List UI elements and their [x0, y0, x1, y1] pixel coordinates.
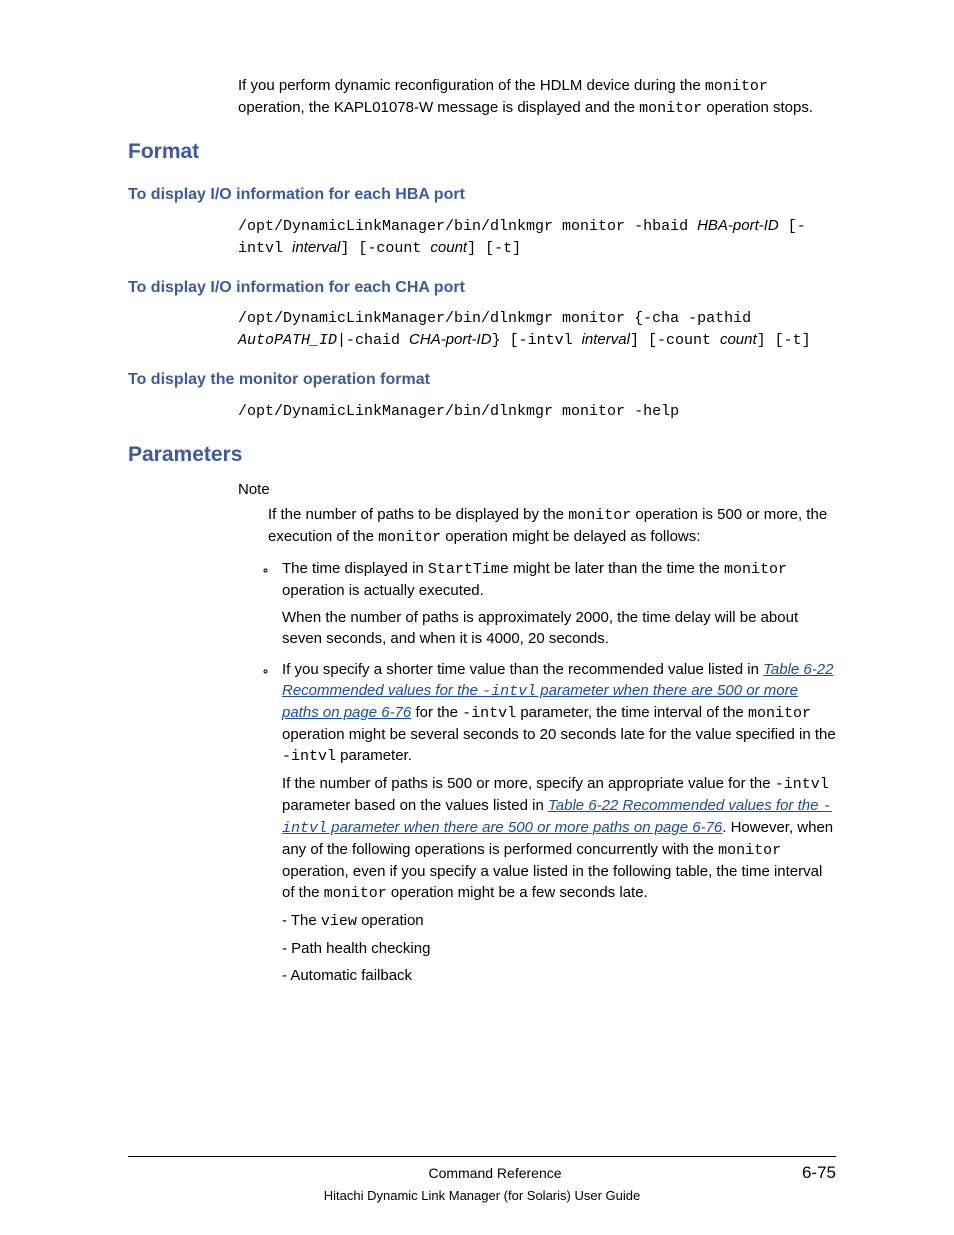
footer-book-title: Hitachi Dynamic Link Manager (for Solari…: [128, 1187, 836, 1205]
text: operation: [357, 912, 424, 929]
heading-help: To display the monitor operation format: [128, 369, 836, 391]
text: operation is actually executed.: [282, 582, 484, 599]
dash-item: - The view operation: [282, 910, 836, 932]
command-hba: /opt/DynamicLinkManager/bin/dlnkmgr moni…: [238, 215, 836, 259]
text: parameter, the time interval of the: [516, 704, 748, 721]
cmd-param: interval: [582, 331, 630, 348]
cmd-param: interval: [292, 239, 340, 256]
cmd-param: CHA-port-ID: [409, 331, 492, 348]
code-intvl: -intvl: [775, 776, 829, 793]
code-monitor: monitor: [639, 100, 702, 117]
code-intvl: -intvl: [462, 705, 516, 722]
text: parameter based on the values listed in: [282, 797, 548, 814]
cmd-text: |-chaid: [337, 332, 409, 349]
cmd-text: /opt/DynamicLinkManager/bin/dlnkmgr moni…: [238, 403, 679, 420]
code-intvl: -intvl: [282, 748, 336, 765]
cmd-param: HBA-port-ID: [697, 217, 779, 234]
page-number: 6-75: [802, 1161, 836, 1185]
list-item: If you specify a shorter time value than…: [276, 659, 836, 986]
cmd-text: ] [-t]: [757, 332, 811, 349]
cmd-text: ] [-count: [340, 240, 430, 257]
cmd-param: count: [720, 331, 757, 348]
bullet-paragraph: The time displayed in StartTime might be…: [282, 558, 836, 601]
intro-paragraph: If you perform dynamic reconfiguration o…: [238, 75, 836, 119]
text: for the: [411, 704, 462, 721]
text: If the number of paths to be displayed b…: [268, 506, 568, 523]
code-monitor: monitor: [378, 529, 441, 546]
text: operation, the KAPL01078-W message is di…: [238, 99, 639, 116]
text: operation might be delayed as follows:: [441, 528, 700, 545]
text: - The: [282, 912, 321, 929]
heading-hba: To display I/O information for each HBA …: [128, 184, 836, 206]
text: If you perform dynamic reconfiguration o…: [238, 77, 705, 94]
cmd-text: } [-intvl: [492, 332, 582, 349]
code-monitor: monitor: [705, 78, 768, 95]
text: operation might be several seconds to 20…: [282, 726, 836, 743]
text: operation stops.: [702, 99, 813, 116]
text: operation might be a few seconds late.: [387, 884, 648, 901]
bullet-paragraph: When the number of paths is approximatel…: [282, 607, 836, 649]
cmd-param: AutoPATH_ID: [238, 332, 337, 349]
dash-item: - Path health checking: [282, 938, 836, 959]
text: parameter.: [336, 747, 412, 764]
heading-cha: To display I/O information for each CHA …: [128, 277, 836, 299]
code-starttime: StartTime: [428, 561, 509, 578]
code-monitor: monitor: [718, 842, 781, 859]
cmd-text: /opt/DynamicLinkManager/bin/dlnkmgr moni…: [238, 310, 751, 327]
text: The time displayed in: [282, 560, 428, 577]
heading-parameters: Parameters: [128, 440, 836, 469]
page: If you perform dynamic reconfiguration o…: [0, 0, 954, 1235]
command-cha: /opt/DynamicLinkManager/bin/dlnkmgr moni…: [238, 307, 836, 351]
cmd-text: ] [-t]: [467, 240, 521, 257]
command-help: /opt/DynamicLinkManager/bin/dlnkmgr moni…: [238, 400, 836, 422]
footer-section: Command Reference: [188, 1164, 802, 1184]
text: If you specify a shorter time value than…: [282, 661, 763, 678]
code-monitor: monitor: [724, 561, 787, 578]
note-label: Note: [238, 479, 836, 500]
note-body: If the number of paths to be displayed b…: [268, 504, 836, 548]
code-view: view: [321, 913, 357, 930]
text: If the number of paths is 500 or more, s…: [282, 775, 775, 792]
text: might be later than the time the: [509, 560, 724, 577]
bullet-paragraph: If you specify a shorter time value than…: [282, 659, 836, 767]
cmd-param: count: [430, 239, 467, 256]
cmd-text: /opt/DynamicLinkManager/bin/dlnkmgr moni…: [238, 218, 697, 235]
list-item: The time displayed in StartTime might be…: [276, 558, 836, 649]
bullet-list: The time displayed in StartTime might be…: [276, 558, 836, 986]
dash-item: - Automatic failback: [282, 965, 836, 986]
cmd-text: ] [-count: [630, 332, 720, 349]
code-monitor: monitor: [748, 705, 811, 722]
bullet-paragraph: If the number of paths is 500 or more, s…: [282, 773, 836, 904]
code-monitor: monitor: [568, 507, 631, 524]
footer-rule: [128, 1156, 836, 1157]
heading-format: Format: [128, 137, 836, 166]
page-footer: Command Reference 6-75 Hitachi Dynamic L…: [128, 1156, 836, 1205]
code-monitor: monitor: [324, 885, 387, 902]
